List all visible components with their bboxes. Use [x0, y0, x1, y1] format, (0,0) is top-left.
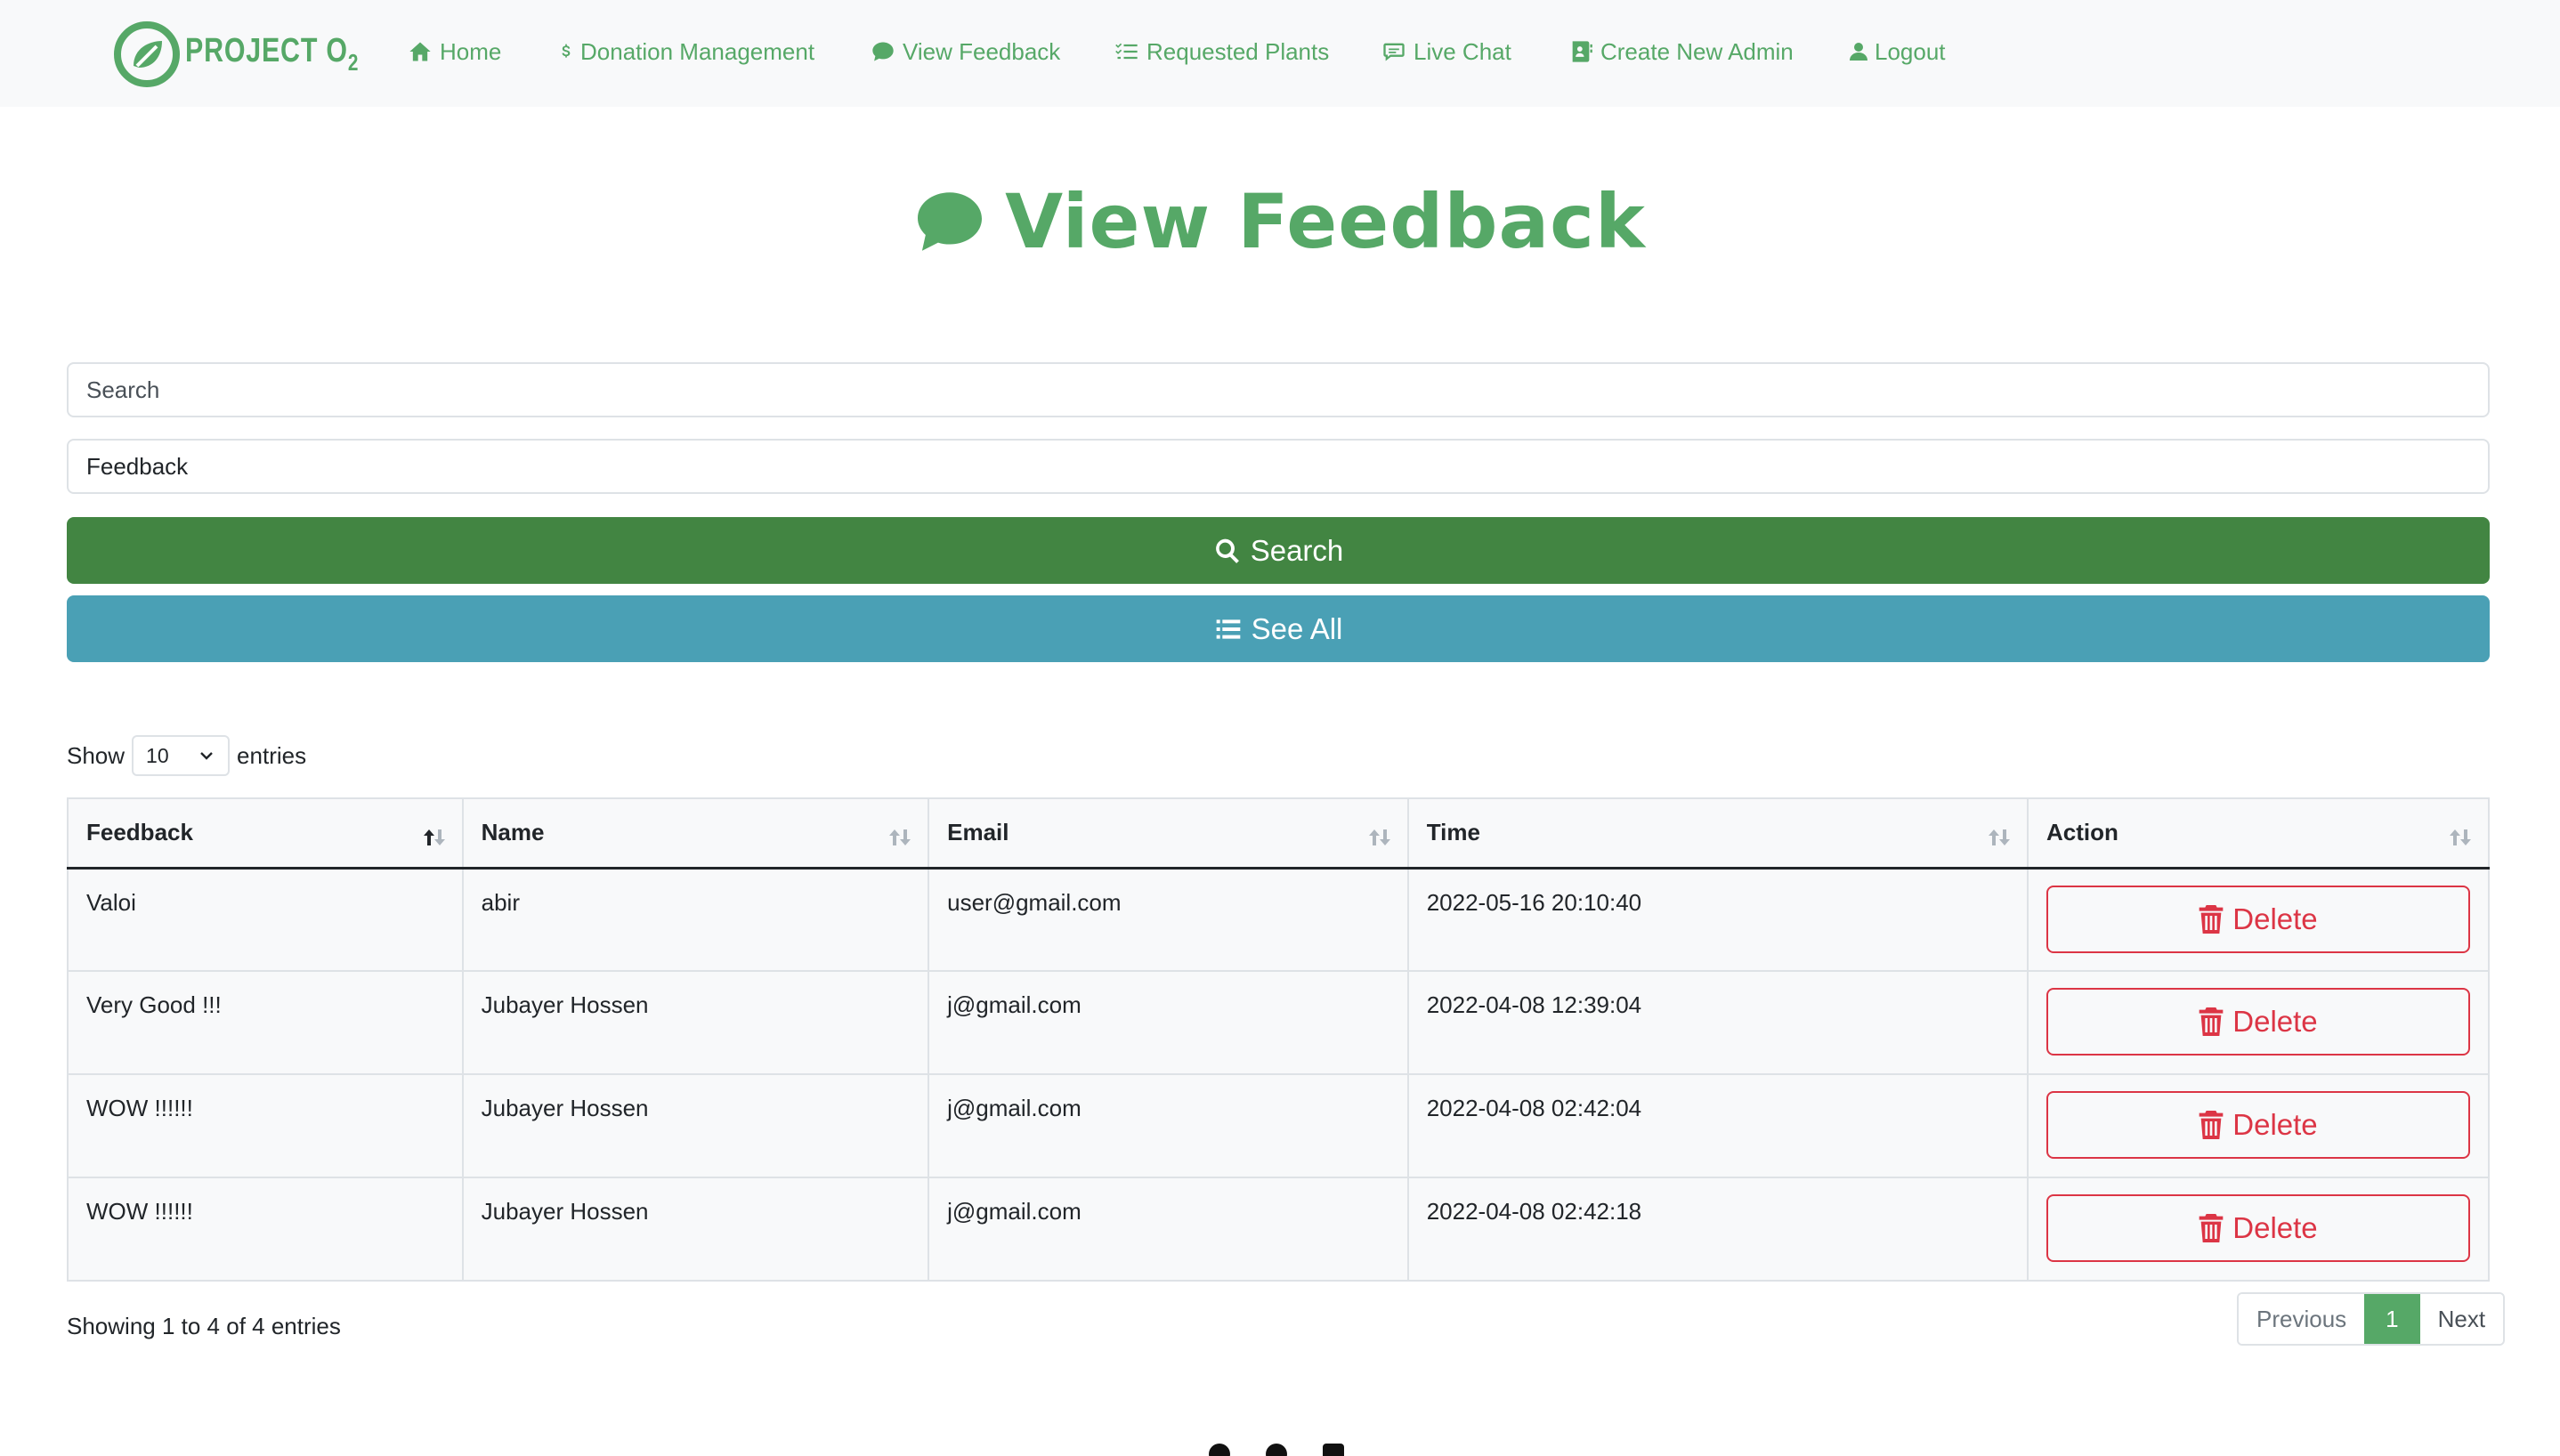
column-header-time[interactable]: Time: [1407, 798, 2029, 870]
cell-email: user@gmail.com: [928, 867, 1409, 971]
brand-name: PROJECT O2: [185, 32, 360, 76]
column-header-name[interactable]: Name: [462, 798, 930, 870]
column-header-feedback[interactable]: Feedback: [68, 798, 464, 870]
cell-feedback: WOW !!!!!!: [68, 1073, 464, 1177]
feedback-table: Feedback Name Email Time Action Valoi ab…: [67, 797, 2490, 1282]
email-icon[interactable]: [1323, 1444, 1344, 1456]
cell-feedback: Valoi: [68, 867, 464, 971]
list-check-icon: [1115, 43, 1138, 60]
page-title: View Feedback: [0, 178, 2560, 265]
cell-email: j@gmail.com: [928, 970, 1409, 1074]
address-card-icon: [1572, 41, 1592, 62]
trash-icon: [2199, 1111, 2224, 1139]
table-row: WOW !!!!!! Jubayer Hossen j@gmail.com 20…: [68, 1177, 2489, 1281]
feedback-field[interactable]: [67, 439, 2490, 494]
cell-email: j@gmail.com: [928, 1177, 1409, 1281]
navbar: PROJECT O2 Home Donation Management View…: [0, 0, 2560, 107]
show-entries: Show 10 entries: [67, 735, 306, 776]
nav-live-chat[interactable]: Live Chat: [1381, 34, 1511, 69]
previous-page-button[interactable]: Previous: [2239, 1294, 2365, 1344]
delete-button[interactable]: Delete: [2046, 988, 2470, 1056]
cell-time: 2022-04-08 02:42:04: [1407, 1073, 2029, 1177]
nav-donation-management[interactable]: Donation Management: [557, 34, 814, 69]
chat-outline-icon: [1383, 43, 1405, 61]
table-info: Showing 1 to 4 of 4 entries: [67, 1313, 341, 1339]
trash-icon: [2199, 1007, 2224, 1036]
search-icon: [1215, 538, 1239, 563]
sort-icon: [1368, 829, 1390, 845]
table-row: Valoi abir user@gmail.com 2022-05-16 20:…: [68, 867, 2489, 971]
delete-button[interactable]: Delete: [2046, 1091, 2470, 1159]
user-icon: [1850, 43, 1867, 61]
dollar-icon: [562, 44, 571, 58]
trash-icon: [2199, 904, 2224, 934]
table-row: Very Good !!! Jubayer Hossen j@gmail.com…: [68, 970, 2489, 1074]
table-row: WOW !!!!!! Jubayer Hossen j@gmail.com 20…: [68, 1073, 2489, 1177]
cell-email: j@gmail.com: [928, 1073, 1409, 1177]
chat-bubble-icon: [872, 42, 894, 61]
sort-icon: [889, 829, 911, 845]
cell-action: Delete: [2027, 867, 2489, 971]
brand-logo[interactable]: PROJECT O2: [114, 21, 402, 87]
leaf-logo-icon: [114, 21, 180, 87]
cell-time: 2022-04-08 02:42:18: [1407, 1177, 2029, 1281]
search-button[interactable]: Search: [67, 517, 2490, 584]
cell-time: 2022-05-16 20:10:40: [1407, 867, 2029, 971]
cell-name: Jubayer Hossen: [462, 1177, 930, 1281]
social-links: [1209, 1444, 1344, 1456]
nav-create-new-admin[interactable]: Create New Admin: [1568, 34, 1794, 69]
entries-select[interactable]: 10: [132, 735, 231, 776]
cell-feedback: WOW !!!!!!: [68, 1177, 464, 1281]
cell-name: abir: [462, 867, 930, 971]
sort-asc-icon: [423, 829, 445, 845]
pagination: Previous 1 Next: [2237, 1292, 2506, 1346]
cell-name: Jubayer Hossen: [462, 970, 930, 1074]
cell-action: Delete: [2027, 1073, 2489, 1177]
sort-icon: [1988, 829, 2010, 845]
facebook-icon[interactable]: [1209, 1444, 1230, 1456]
sort-icon: [2450, 829, 2471, 845]
page-1-button[interactable]: 1: [2364, 1294, 2420, 1344]
list-icon: [1216, 619, 1240, 639]
nav-logout[interactable]: Logout: [1848, 34, 1946, 69]
delete-button[interactable]: Delete: [2046, 1194, 2470, 1262]
nav-home[interactable]: Home: [408, 34, 501, 69]
table-header-row: Feedback Name Email Time Action: [68, 798, 2489, 870]
chat-bubble-icon: [918, 192, 983, 251]
instagram-icon[interactable]: [1266, 1444, 1287, 1456]
cell-feedback: Very Good !!!: [68, 970, 464, 1074]
nav-requested-plants[interactable]: Requested Plants: [1114, 34, 1329, 69]
delete-button[interactable]: Delete: [2046, 885, 2470, 953]
cell-name: Jubayer Hossen: [462, 1073, 930, 1177]
cell-action: Delete: [2027, 970, 2489, 1074]
search-input[interactable]: [67, 362, 2490, 417]
see-all-button[interactable]: See All: [67, 595, 2490, 662]
chevron-down-icon: [200, 752, 213, 760]
home-icon: [409, 42, 431, 61]
column-header-action[interactable]: Action: [2027, 798, 2489, 870]
column-header-email[interactable]: Email: [928, 798, 1409, 870]
trash-icon: [2199, 1214, 2224, 1242]
next-page-button[interactable]: Next: [2419, 1294, 2504, 1344]
cell-time: 2022-04-08 12:39:04: [1407, 970, 2029, 1074]
nav-view-feedback[interactable]: View Feedback: [871, 34, 1060, 69]
cell-action: Delete: [2027, 1177, 2489, 1281]
